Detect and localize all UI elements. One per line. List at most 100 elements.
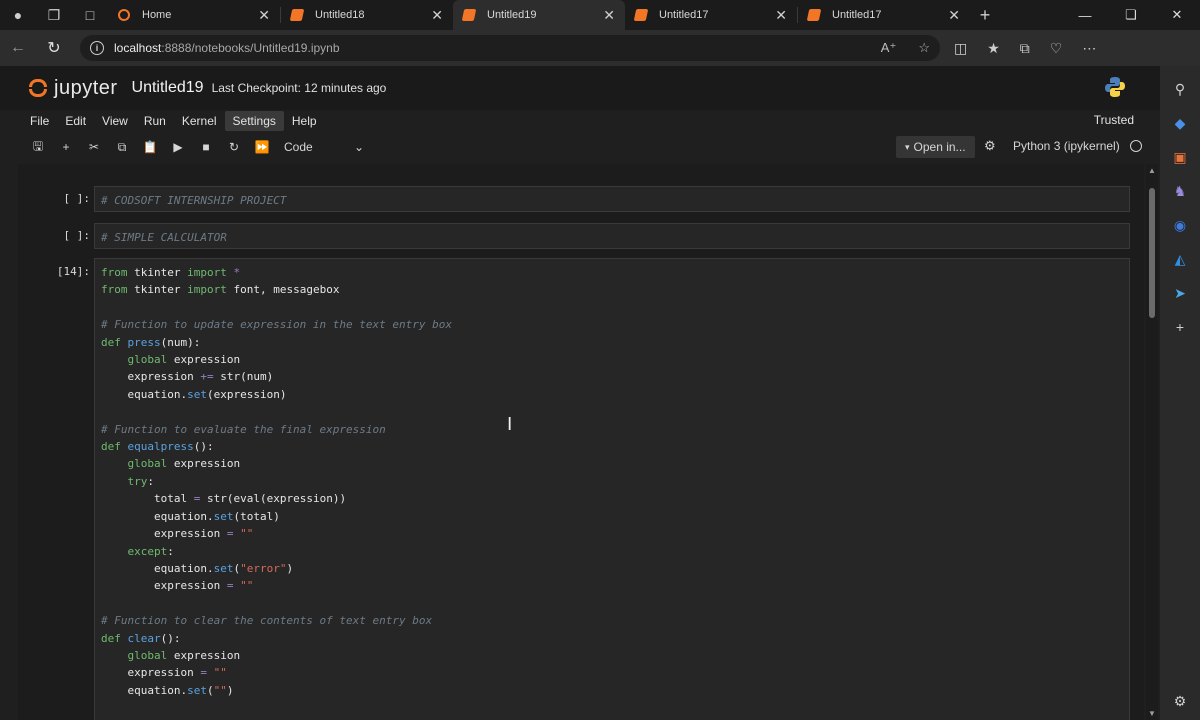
notebook-toolbar: 🖫 + ✂ ⧉ 📋 ▶ ■ ↻ ⏩ Code ⌄ ▾ Open in... ⚙ … xyxy=(0,134,1160,160)
search-icon[interactable]: ⚲ xyxy=(1169,78,1191,100)
url-actions: A⁺ ☆ xyxy=(881,40,930,56)
text-cursor-icon: I xyxy=(507,414,513,435)
browser-tab-strip: ● ❐ □ Home ✕ Untitled18 ✕ Untitled19 ✕ U… xyxy=(0,0,1200,30)
browser-actions: ◫ ★ ⧉ ♡ ⋯ xyxy=(954,40,1096,57)
menu-view[interactable]: View xyxy=(94,111,136,131)
tab-untitled19[interactable]: Untitled19 ✕ xyxy=(453,0,625,30)
restore-icon[interactable]: ❏ xyxy=(1108,0,1154,30)
restart-run-all-icon[interactable]: ⏩ xyxy=(248,140,276,154)
jupyter-logo-text: jupyter xyxy=(54,76,118,99)
code-line: global expression xyxy=(127,353,241,367)
office-icon[interactable]: ◉ xyxy=(1169,214,1191,236)
kernel-status-icon xyxy=(1130,140,1142,152)
open-in-button[interactable]: ▾ Open in... xyxy=(896,136,975,158)
new-tab-button[interactable]: + xyxy=(970,5,1000,26)
close-icon[interactable]: ✕ xyxy=(603,7,615,24)
jupyter-logo[interactable]: jupyter xyxy=(28,77,118,100)
cell-input[interactable]: # CODSOFT INTERNSHIP PROJECT xyxy=(94,186,1130,212)
menu-settings[interactable]: Settings xyxy=(224,111,284,131)
url-host: localhost xyxy=(114,41,162,55)
minimize-icon[interactable]: — xyxy=(1062,0,1108,30)
cut-icon[interactable]: ✂ xyxy=(80,140,108,154)
trusted-indicator[interactable]: Trusted xyxy=(1094,113,1134,127)
tools-icon[interactable]: ▣ xyxy=(1169,146,1191,168)
code-line: def equalpress(): xyxy=(101,440,214,454)
tab-actions-icon[interactable]: □ xyxy=(72,0,108,30)
window-controls: — ❏ ✕ xyxy=(1062,0,1200,30)
menu-edit[interactable]: Edit xyxy=(57,111,94,131)
tab-untitled18[interactable]: Untitled18 ✕ xyxy=(281,0,453,30)
split-screen-icon[interactable]: ◫ xyxy=(954,40,967,57)
scroll-down-icon[interactable]: ▼ xyxy=(1148,709,1156,718)
open-in-label: Open in... xyxy=(913,140,966,154)
edge-sidebar: ⚲ ◆ ▣ ♞ ◉ ◭ ➤ + ⚙ xyxy=(1160,66,1200,720)
profile-avatar-icon[interactable]: ● xyxy=(0,0,36,30)
collections-icon[interactable]: ⧉ xyxy=(1020,40,1030,57)
close-window-icon[interactable]: ✕ xyxy=(1154,0,1200,30)
stop-icon[interactable]: ■ xyxy=(192,140,220,154)
back-button[interactable]: ← xyxy=(0,30,36,66)
menu-run[interactable]: Run xyxy=(136,111,174,131)
site-info-icon[interactable]: i xyxy=(90,41,104,55)
code-comment-line: # Function to update expression in the t… xyxy=(101,318,452,332)
cell-input[interactable]: from tkinter import * from tkinter import… xyxy=(94,258,1130,720)
paste-icon[interactable]: 📋 xyxy=(136,140,164,154)
notebook-area[interactable]: [ ]: # CODSOFT INTERNSHIP PROJECT [ ]: #… xyxy=(18,164,1144,720)
code-line: def clear(): xyxy=(101,631,181,645)
cell-type-value: Code xyxy=(284,140,313,154)
games-icon[interactable]: ♞ xyxy=(1169,180,1191,202)
tab-untitled17-b[interactable]: Untitled17 ✕ xyxy=(798,0,970,30)
scrollbar-thumb[interactable] xyxy=(1149,188,1155,318)
jupyter-logo-icon xyxy=(28,77,48,99)
refresh-button[interactable]: ↻ xyxy=(36,30,72,66)
close-icon[interactable]: ✕ xyxy=(948,7,960,24)
code-comment-line: # Function to clear the contents of text… xyxy=(101,614,433,628)
code-line: expression = "" xyxy=(153,527,254,541)
copy-icon[interactable]: ⧉ xyxy=(108,140,136,155)
menu-file[interactable]: File xyxy=(22,111,57,131)
favorite-star-icon[interactable]: ☆ xyxy=(918,40,930,56)
scroll-up-icon[interactable]: ▲ xyxy=(1148,166,1156,175)
run-icon[interactable]: ▶ xyxy=(164,140,192,154)
browser-essentials-icon[interactable]: ♡ xyxy=(1050,40,1063,57)
settings-gear-icon[interactable]: ⚙ xyxy=(1169,690,1191,712)
chevron-down-icon: ⌄ xyxy=(353,140,364,154)
kernel-name[interactable]: Python 3 (ipykernel) xyxy=(1013,139,1120,153)
cell-prompt: [ ]: xyxy=(63,229,91,242)
code-line: from tkinter import * xyxy=(101,266,241,279)
close-icon[interactable]: ✕ xyxy=(775,7,787,24)
code-line: global expression xyxy=(127,457,241,471)
send-icon[interactable]: ➤ xyxy=(1169,282,1191,304)
code-line: equation.set("error") xyxy=(153,561,294,575)
add-icon[interactable]: + xyxy=(1169,316,1191,338)
tab-untitled17-a[interactable]: Untitled17 ✕ xyxy=(625,0,797,30)
kernel-settings-icon[interactable]: ⚙ xyxy=(984,138,996,154)
code-line: equation.set(expression) xyxy=(127,387,287,401)
close-icon[interactable]: ✕ xyxy=(431,7,443,24)
code-line: equation.set(total) xyxy=(153,509,280,523)
favorites-icon[interactable]: ★ xyxy=(987,40,1000,57)
cell-type-select[interactable]: Code ⌄ xyxy=(284,140,364,154)
cell-input[interactable]: # SIMPLE CALCULATOR xyxy=(94,223,1130,249)
code-line: expression = "" xyxy=(153,579,254,593)
python-logo-icon xyxy=(1105,77,1125,97)
menu-help[interactable]: Help xyxy=(284,111,325,131)
url-field[interactable]: i localhost:8888/notebooks/Untitled19.ip… xyxy=(80,35,940,61)
save-icon[interactable]: 🖫 xyxy=(24,137,52,158)
outlook-icon[interactable]: ◭ xyxy=(1169,248,1191,270)
tab-label: Untitled19 xyxy=(487,9,537,21)
code-line: except: xyxy=(127,544,174,558)
notebook-scrollbar[interactable]: ▲ ▼ xyxy=(1146,164,1158,720)
close-icon[interactable]: ✕ xyxy=(258,7,270,24)
tab-home[interactable]: Home ✕ xyxy=(108,0,280,30)
insert-cell-icon[interactable]: + xyxy=(52,140,80,154)
restart-icon[interactable]: ↻ xyxy=(220,140,248,154)
more-menu-icon[interactable]: ⋯ xyxy=(1082,40,1096,57)
read-aloud-icon[interactable]: A⁺ xyxy=(881,40,897,56)
menu-kernel[interactable]: Kernel xyxy=(174,111,225,131)
code-line: from tkinter import font, messagebox xyxy=(101,283,340,297)
shopping-icon[interactable]: ◆ xyxy=(1169,112,1191,134)
workspaces-icon[interactable]: ❐ xyxy=(36,0,72,30)
notebook-title[interactable]: Untitled19 xyxy=(132,79,204,97)
